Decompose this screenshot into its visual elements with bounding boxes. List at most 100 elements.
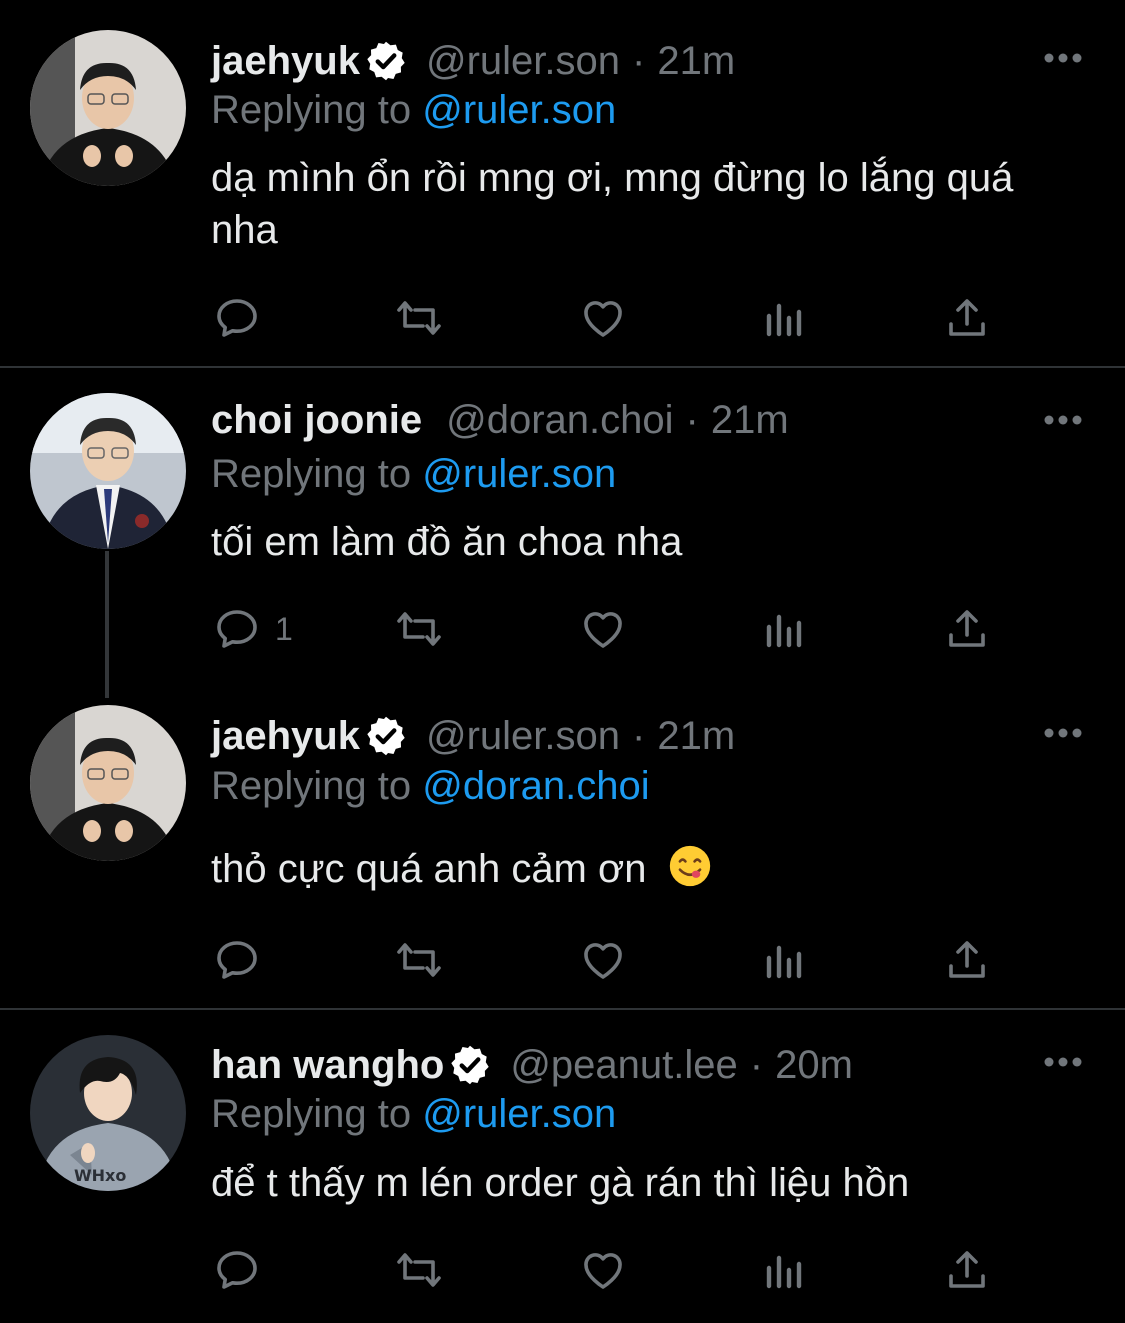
separator-dot: ·: [632, 713, 646, 758]
tweet-header: han wangho @peanut.lee · 20m: [211, 1037, 853, 1093]
avatar[interactable]: [30, 393, 186, 549]
tweet-text: tối em làm đồ ăn choa nha: [211, 520, 683, 564]
verified-badge-icon: [451, 1045, 490, 1085]
views-button[interactable]: [761, 294, 809, 342]
tweet-text-content: thỏ cực quá anh cảm ơn: [211, 847, 647, 891]
retweet-button[interactable]: [395, 1246, 443, 1294]
display-name[interactable]: jaehyuk: [211, 714, 360, 759]
like-button[interactable]: [579, 605, 627, 653]
tweet-header: jaehyuk @ruler.son · 21m: [211, 708, 735, 764]
views-button[interactable]: [761, 936, 809, 984]
share-icon: [949, 299, 985, 336]
views-button[interactable]: [761, 1246, 809, 1294]
reply-button[interactable]: [213, 1246, 275, 1294]
share-button[interactable]: [943, 936, 991, 984]
replies-feed: jaehyuk @ruler.son · 21m Replying to @ru…: [0, 0, 1125, 1323]
action-bar: [213, 936, 1013, 984]
replying-to: Replying to @ruler.son: [211, 88, 616, 138]
replying-to-handle[interactable]: @ruler.son: [422, 452, 616, 496]
reply-icon: [217, 299, 257, 337]
share-button[interactable]: [943, 605, 991, 653]
like-button[interactable]: [579, 1246, 627, 1294]
share-button[interactable]: [943, 1246, 991, 1294]
retweet-button[interactable]: [395, 294, 443, 342]
like-icon: [584, 612, 622, 648]
replying-to-handle[interactable]: @ruler.son: [422, 88, 616, 132]
more-icon[interactable]: [1043, 52, 1083, 64]
handle[interactable]: @ruler.son: [426, 714, 620, 759]
more-icon[interactable]: [1043, 727, 1083, 739]
avatar[interactable]: [30, 705, 186, 861]
reply-count: 1: [275, 610, 293, 647]
timestamp[interactable]: 21m: [657, 39, 735, 84]
like-button[interactable]: [579, 294, 627, 342]
verified-badge-icon: [367, 716, 405, 756]
display-name[interactable]: choi joonie: [211, 398, 422, 443]
share-icon: [949, 941, 985, 978]
views-icon: [766, 1255, 802, 1289]
views-icon: [766, 303, 802, 337]
views-button[interactable]: [761, 605, 809, 653]
retweet-icon: [397, 612, 441, 646]
replying-to-label: Replying to: [211, 764, 412, 808]
like-icon: [584, 943, 622, 979]
tweet-text: để t thấy m lén order gà rán thì liệu hồ…: [211, 1161, 910, 1205]
retweet-button[interactable]: [395, 936, 443, 984]
tweet-text: dạ mình ổn rồi mng ơi, mng đừng lo lắng …: [211, 156, 1014, 252]
reply-icon: [217, 1251, 257, 1289]
timestamp[interactable]: 20m: [775, 1043, 853, 1088]
thread-connector: [105, 551, 109, 698]
action-bar: [213, 294, 1013, 342]
retweet-icon: [397, 1253, 441, 1287]
replying-to-label: Replying to: [211, 88, 412, 132]
replying-to: Replying to @ruler.son: [211, 452, 616, 502]
handle[interactable]: @peanut.lee: [510, 1043, 737, 1088]
replying-to-handle[interactable]: @doran.choi: [422, 764, 649, 808]
reply-button[interactable]: 1: [213, 605, 293, 653]
handle[interactable]: @ruler.son: [426, 39, 620, 84]
like-button[interactable]: [579, 936, 627, 984]
more-icon[interactable]: [1043, 1056, 1083, 1068]
share-icon: [949, 610, 985, 647]
like-icon: [584, 1253, 622, 1289]
retweet-icon: [397, 943, 441, 977]
replying-to: Replying to @ruler.son: [211, 1092, 616, 1142]
svg-text:WHxo: WHxo: [74, 1166, 126, 1185]
retweet-button[interactable]: [395, 605, 443, 653]
tweet[interactable]: WHxo han wangho @peanut.lee · 20m Replyi…: [0, 1010, 1125, 1323]
share-icon: [949, 1251, 985, 1288]
action-bar: [213, 1246, 1013, 1294]
avatar[interactable]: WHxo: [30, 1035, 186, 1191]
replying-to-label: Replying to: [211, 1092, 412, 1136]
display-name[interactable]: han wangho: [211, 1043, 444, 1088]
replying-to: Replying to @doran.choi: [211, 764, 650, 814]
tweet-header: choi joonie @doran.choi · 21m: [211, 392, 789, 448]
display-name[interactable]: jaehyuk: [211, 39, 360, 84]
tweet[interactable]: jaehyuk @ruler.son · 21m Replying to @do…: [0, 698, 1125, 1008]
reply-button[interactable]: [213, 936, 275, 984]
tweet-header: jaehyuk @ruler.son · 21m: [211, 33, 735, 89]
share-button[interactable]: [943, 294, 991, 342]
separator-dot: ·: [632, 38, 646, 83]
separator-dot: ·: [685, 397, 699, 442]
tweet[interactable]: jaehyuk @ruler.son · 21m Replying to @ru…: [0, 0, 1125, 366]
reply-button[interactable]: [213, 294, 275, 342]
retweet-icon: [397, 301, 441, 335]
tweet-text: thỏ cực quá anh cảm ơn: [211, 843, 1071, 895]
handle[interactable]: @doran.choi: [446, 398, 673, 443]
timestamp[interactable]: 21m: [711, 398, 789, 443]
action-bar: 1: [213, 605, 1013, 653]
separator-dot: ·: [749, 1042, 764, 1087]
reply-icon: [217, 941, 257, 979]
tweet[interactable]: choi joonie @doran.choi · 21m Replying t…: [0, 368, 1125, 698]
replying-to-label: Replying to: [211, 452, 412, 496]
like-icon: [584, 301, 622, 337]
avatar[interactable]: [30, 30, 186, 186]
views-icon: [766, 945, 802, 979]
timestamp[interactable]: 21m: [657, 714, 735, 759]
replying-to-handle[interactable]: @ruler.son: [422, 1092, 616, 1136]
more-icon[interactable]: [1043, 414, 1083, 426]
verified-badge-icon: [367, 41, 405, 81]
face-savoring-food-emoji: [669, 845, 710, 887]
reply-icon: [217, 610, 257, 648]
